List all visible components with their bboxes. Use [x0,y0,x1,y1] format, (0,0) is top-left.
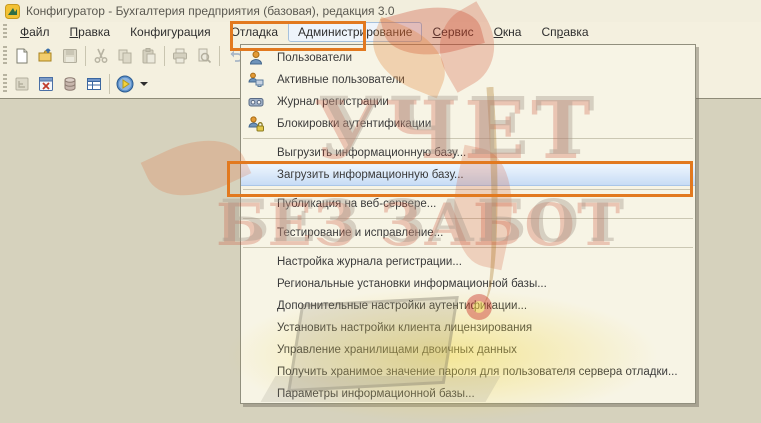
metadata-icon[interactable] [10,72,34,96]
menu-item-auth-settings[interactable]: Дополнительные настройки аутентификации.… [241,295,695,317]
menu-item-license-client-settings[interactable]: Установить настройки клиента лицензирова… [241,317,695,339]
menubar-item-administration[interactable]: Администрирование [288,22,422,42]
toolbar-grip[interactable] [3,24,7,40]
menu-item-stored-password[interactable]: Получить хранимое значение пароля для по… [241,361,695,383]
start-debugging-icon[interactable] [113,72,137,96]
menu-item-auth-locks[interactable]: Блокировки аутентификации [241,113,695,135]
database-icon[interactable] [58,72,82,96]
menubar-item-windows[interactable]: Окна [484,22,532,42]
print-preview-icon[interactable] [192,44,216,68]
open-icon[interactable] [34,44,58,68]
title-bar: Конфигуратор - Бухгалтерия предприятия (… [0,0,761,22]
menu-item-users[interactable]: Пользователи [241,47,695,69]
save-icon[interactable] [58,44,82,68]
toolbar-separator [85,46,86,66]
config-db-icon[interactable] [34,72,58,96]
menu-separator [241,215,695,222]
toolbar-grip[interactable] [3,74,7,94]
menu-item-dump-infobase[interactable]: Выгрузить информационную базу... [241,142,695,164]
menubar-item-service[interactable]: Сервис [422,22,483,42]
paste-icon[interactable] [137,44,161,68]
menu-item-load-infobase[interactable]: Загрузить информационную базу... [241,164,695,186]
menubar-item-debug[interactable]: Отладка [221,22,288,42]
menu-item-infobase-parameters[interactable]: Параметры информационной базы... [241,383,695,405]
registration-journal-icon [248,94,264,110]
window-title: Конфигуратор - Бухгалтерия предприятия (… [26,4,395,18]
cut-icon[interactable] [89,44,113,68]
menu-separator [241,135,695,142]
active-users-icon [248,72,264,88]
menu-item-registration-journal[interactable]: Журнал регистрации [241,91,695,113]
menu-item-web-publish[interactable]: Публикация на веб-сервере... [241,193,695,215]
new-document-icon[interactable] [10,44,34,68]
toolbar-separator [109,74,110,94]
menu-item-binary-storage[interactable]: Управление хранилищами двоичных данных [241,339,695,361]
administration-menu: Пользователи Активные пользователи Журна… [240,44,696,404]
menu-item-active-users[interactable]: Активные пользователи [241,69,695,91]
print-icon[interactable] [168,44,192,68]
toolbar-separator [219,46,220,66]
copy-icon[interactable] [113,44,137,68]
dropdown-caret-icon[interactable] [140,82,148,86]
app-icon [5,4,20,19]
menu-item-test-and-repair[interactable]: Тестирование и исправление... [241,222,695,244]
toolbar-separator [164,46,165,66]
toolbar-grip[interactable] [3,46,7,66]
menu-separator [241,186,695,193]
menubar-item-configuration[interactable]: Конфигурация [120,22,221,42]
menubar-item-help[interactable]: Справка [531,22,598,42]
menu-item-regional-settings[interactable]: Региональные установки информационной ба… [241,273,695,295]
menu-item-journal-settings[interactable]: Настройка журнала регистрации... [241,251,695,273]
menubar-item-edit[interactable]: Правка [60,22,121,42]
auth-locks-icon [248,116,264,132]
menubar-item-file[interactable]: Файл [10,22,60,42]
table-icon[interactable] [82,72,106,96]
user-icon [248,50,264,66]
menu-bar: Файл Правка Конфигурация Отладка Админис… [0,22,761,42]
menu-separator [241,244,695,251]
